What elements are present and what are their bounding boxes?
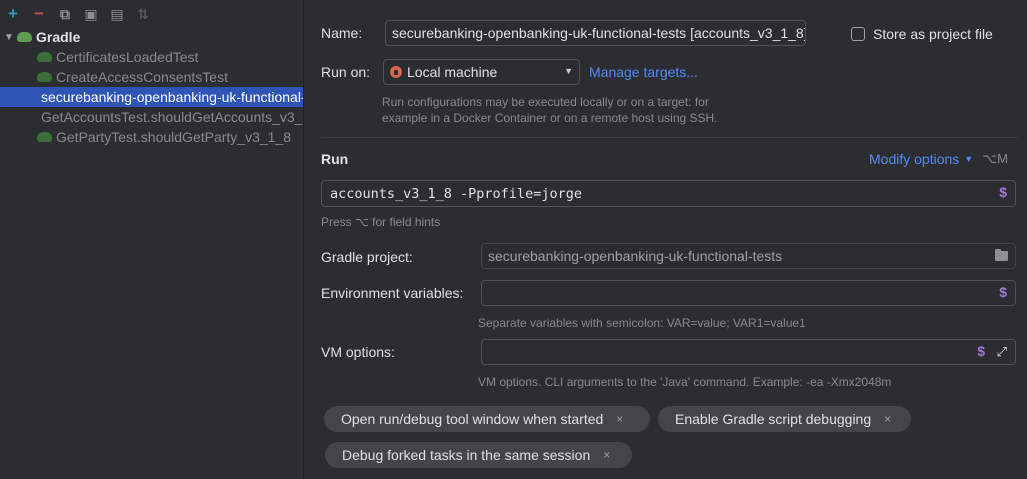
run-on-hint: Run configurations may be executed local… [382,95,718,125]
name-label: Name: [321,25,363,41]
gradle-project-field[interactable]: securebanking-openbanking-uk-functional-… [481,243,1016,269]
chevron-down-icon[interactable]: ▼ [1,32,17,43]
tree-item-label: GetPartyTest.shouldGetParty_v3_1_8 [56,129,292,145]
option-chip-open-tool-window[interactable]: Open run/debug tool window when started … [324,406,650,432]
run-config-sidebar: + − ⧉ ▣ ▤ ⇅ ▼ Gradle CertificatesLoadedT… [0,0,304,479]
new-folder-icon[interactable]: ▤ [104,4,130,24]
home-icon [390,66,402,78]
macro-icon[interactable]: $ [999,284,1007,300]
option-chip-label: Enable Gradle script debugging [675,411,872,427]
folder-icon[interactable] [995,249,1008,261]
run-on-label: Run on: [321,64,371,80]
gradle-icon [37,52,52,62]
option-chip-label: Open run/debug tool window when started [341,411,604,427]
gradle-icon [37,132,52,142]
env-vars-field[interactable]: $ [481,280,1016,306]
tree-item[interactable]: GetPartyTest.shouldGetParty_v3_1_8 [0,127,303,147]
tree-item[interactable]: GetAccountsTest.shouldGetAccounts_v3_1_8 [0,107,303,127]
option-chip-debug-forked-tasks[interactable]: Debug forked tasks in the same session × [325,442,632,468]
close-icon[interactable]: × [884,412,891,426]
run-on-value: Local machine [407,64,498,80]
checkbox-box[interactable] [851,27,865,41]
save-configuration-icon[interactable]: ▣ [78,4,104,24]
tree-item-label: CreateAccessConsentsTest [56,69,228,85]
tree-item-selected[interactable]: securebanking-openbanking-uk-functional-… [0,87,303,107]
modify-options-shortcut: ⌥M [982,151,1009,166]
tree-root-gradle[interactable]: ▼ Gradle [0,27,303,47]
gradle-icon [17,32,32,42]
tree-item[interactable]: CreateAccessConsentsTest [0,67,303,87]
run-on-combobox[interactable]: Local machine ▼ [383,59,580,85]
env-vars-hint: Separate variables with semicolon: VAR=v… [478,316,806,330]
vm-options-hint: VM options. CLI arguments to the 'Java' … [478,375,892,389]
sort-configurations-icon[interactable]: ⇅ [130,4,156,24]
store-as-project-file-checkbox[interactable]: Store as project file [851,26,993,42]
modify-options-button[interactable]: Modify options ▼ ⌥M [869,151,1008,167]
gradle-icon [37,72,52,82]
chevron-down-icon[interactable]: ▼ [564,66,573,76]
manage-targets-link[interactable]: Manage targets... [589,64,698,80]
option-chip-gradle-script-debugging[interactable]: Enable Gradle script debugging × [658,406,911,432]
expand-icon[interactable]: ⤢ [997,344,1007,360]
macro-icon[interactable]: $ [977,343,985,359]
name-field[interactable]: securebanking-openbanking-uk-functional-… [385,20,806,46]
tree-item-label: CertificatesLoadedTest [56,49,199,65]
vm-options-field[interactable]: $ ⤢ [481,339,1016,365]
close-icon[interactable]: × [603,448,610,462]
sidebar-toolbar: + − ⧉ ▣ ▤ ⇅ [0,4,156,24]
tasks-arguments-field[interactable]: accounts_v3_1_8 -Pprofile=jorge $ [321,180,1016,207]
vm-options-label: VM options: [321,344,395,360]
field-hints-hint: Press ⌥ for field hints [321,215,441,229]
tree-item-label: GetAccountsTest.shouldGetAccounts_v3_1_8 [41,109,303,125]
run-section-title: Run [321,151,349,167]
env-vars-label: Environment variables: [321,285,464,301]
tree-root-label: Gradle [36,29,81,45]
modify-options-label: Modify options [869,151,960,167]
store-as-project-file-label: Store as project file [873,26,993,42]
add-configuration-icon[interactable]: + [0,4,26,24]
name-field-value: securebanking-openbanking-uk-functional-… [392,25,806,41]
remove-configuration-icon[interactable]: − [26,4,52,24]
close-icon[interactable]: × [616,412,623,426]
gradle-project-value: securebanking-openbanking-uk-functional-… [488,248,783,264]
tree-item[interactable]: CertificatesLoadedTest [0,47,303,67]
tree-item-label: securebanking-openbanking-uk-functional-… [41,89,303,105]
copy-configuration-icon[interactable]: ⧉ [52,4,78,24]
gradle-project-label: Gradle project: [321,249,413,265]
run-config-form: Name: securebanking-openbanking-uk-funct… [304,0,1027,479]
tasks-arguments-value: accounts_v3_1_8 -Pprofile=jorge [330,185,582,202]
option-chip-label: Debug forked tasks in the same session [342,447,591,463]
chevron-down-icon: ▼ [964,154,974,164]
macro-icon[interactable]: $ [999,184,1007,200]
divider [321,137,1018,138]
